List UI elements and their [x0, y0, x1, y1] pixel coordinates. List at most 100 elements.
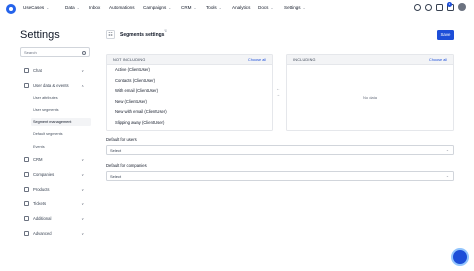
- choose-all-including-link[interactable]: Choose all: [429, 58, 447, 62]
- nav-settings-label: Settings: [284, 5, 301, 10]
- choose-all-not-including-link[interactable]: Choose all: [248, 58, 266, 62]
- nav-docs[interactable]: Docs ⌄: [258, 5, 273, 10]
- sidebar-subitem-events[interactable]: Events: [31, 143, 91, 151]
- nav-usecases-label: UseCases: [23, 5, 45, 10]
- sidebar-subitem-user-segments[interactable]: User segments: [31, 106, 91, 114]
- search-icon[interactable]: [414, 3, 421, 11]
- including-header: INCLUDING Choose all: [287, 55, 453, 65]
- nav-crm[interactable]: CRM ⌄: [181, 5, 196, 10]
- sidebar-item-tickets[interactable]: Tickets ∨: [24, 199, 90, 208]
- transfer-arrows: ← →: [276, 86, 280, 98]
- sidebar-item-label: Chat: [33, 68, 42, 73]
- sidebar-item-label: Products: [33, 187, 50, 192]
- arrow-right-icon[interactable]: →: [276, 92, 280, 98]
- chevron-down-icon: ⌄: [193, 5, 197, 10]
- chevron-down-icon: ⌄: [445, 148, 449, 152]
- advanced-icon: [24, 231, 29, 236]
- chevron-down-icon: ⌄: [168, 5, 172, 10]
- segment-row[interactable]: New with email (ClientUser): [107, 107, 272, 118]
- not-including-header: NOT INCLUDING Choose all: [107, 55, 272, 65]
- additional-icon: [24, 216, 29, 221]
- avatar[interactable]: [458, 3, 466, 11]
- not-including-panel: NOT INCLUDING Choose all Active (ClientU…: [106, 54, 273, 131]
- nav-campaigns[interactable]: Campaigns ⌄: [143, 5, 171, 10]
- search-icon: [82, 50, 86, 55]
- nav-tools[interactable]: Tools ⌄: [206, 5, 222, 10]
- sidebar-item-products[interactable]: Products ∨: [24, 185, 90, 194]
- chevron-down-icon: ∨: [81, 187, 84, 192]
- sidebar-subitem-segment-management[interactable]: Segment management: [31, 118, 91, 126]
- chevron-down-icon: ∨: [81, 172, 84, 177]
- companies-icon: [24, 172, 29, 177]
- nav-inbox-label: Inbox: [89, 5, 101, 10]
- sidebar-item-label: Tickets: [33, 201, 47, 206]
- default-users-select[interactable]: Select ⌄: [106, 145, 454, 155]
- sidebar-item-label: CRM: [33, 157, 43, 162]
- chevron-down-icon: ⌄: [218, 5, 222, 10]
- sidebar-item-companies[interactable]: Companies ∨: [24, 170, 90, 179]
- products-icon: [24, 187, 29, 192]
- nav-data[interactable]: Data ⌄: [65, 5, 80, 10]
- notes-icon[interactable]: [436, 3, 443, 11]
- default-users-value: Select: [110, 148, 122, 153]
- nav-tools-label: Tools: [206, 5, 217, 10]
- empty-state-text: No data: [362, 95, 377, 100]
- default-users-label: Default for users: [106, 137, 137, 142]
- crm-icon: [24, 157, 29, 162]
- including-panel: INCLUDING Choose all No data: [286, 54, 454, 131]
- page-title: Settings: [20, 29, 60, 41]
- segments-icon: ☷: [106, 30, 115, 39]
- chevron-down-icon: ∨: [81, 157, 84, 162]
- default-companies-select[interactable]: Select ⌄: [106, 171, 454, 181]
- nav-settings[interactable]: Settings ⌄: [284, 5, 306, 10]
- save-button[interactable]: Save: [437, 30, 454, 40]
- sidebar-subitem-user-attributes[interactable]: User attributes: [31, 94, 91, 102]
- tickets-icon: [24, 201, 29, 206]
- segment-row[interactable]: Contacts (ClientUser): [107, 76, 272, 87]
- sidebar-item-advanced[interactable]: Advanced ∨: [24, 229, 90, 238]
- nav-automations[interactable]: Automations: [109, 5, 135, 10]
- segment-row[interactable]: Slipping away (ClientUser): [107, 118, 272, 129]
- chevron-down-icon: ⌄: [302, 5, 306, 10]
- chat-icon: [24, 68, 29, 73]
- nav-data-label: Data: [65, 5, 75, 10]
- nav-usecases[interactable]: UseCases ⌄: [23, 5, 49, 10]
- segment-row[interactable]: With email (ClientUser): [107, 86, 272, 97]
- nav-docs-label: Docs: [258, 5, 269, 10]
- default-companies-value: Select: [110, 174, 122, 179]
- search-input[interactable]: Search: [20, 47, 90, 57]
- sidebar-item-additional[interactable]: Additional ∨: [24, 214, 90, 223]
- nav-analytics-label: Analytics: [232, 5, 251, 10]
- including-title: INCLUDING: [293, 57, 316, 62]
- chevron-down-icon: ∨: [81, 201, 84, 206]
- user-data-icon: [24, 83, 29, 88]
- chevron-down-icon: ⌄: [445, 174, 449, 178]
- chevron-down-icon: ∨: [81, 231, 84, 236]
- app-logo-icon[interactable]: [6, 4, 16, 14]
- sidebar-item-user-data-events[interactable]: User data & events ∧: [24, 81, 90, 90]
- chevron-down-icon: ⌄: [76, 5, 80, 10]
- sidebar-item-crm[interactable]: CRM ∨: [24, 155, 90, 164]
- chevron-down-icon: ∨: [81, 68, 84, 73]
- chevron-down-icon: ⌄: [270, 5, 274, 10]
- sidebar-item-label: Companies: [33, 172, 55, 177]
- chevron-down-icon: ⌄: [46, 5, 50, 10]
- not-including-title: NOT INCLUDING: [113, 57, 146, 62]
- segment-row[interactable]: Active (ClientUser): [107, 65, 272, 76]
- nav-crm-label: CRM: [181, 5, 192, 10]
- nav-analytics[interactable]: Analytics: [232, 5, 250, 10]
- nav-inbox[interactable]: Inbox: [89, 5, 100, 10]
- help-icon[interactable]: [425, 3, 432, 11]
- notification-badge: 1: [447, 2, 452, 7]
- sidebar-item-label: Additional: [33, 216, 52, 221]
- chevron-down-icon: ∨: [81, 216, 84, 221]
- segments-settings-title: Segments settings: [120, 32, 165, 38]
- segment-row[interactable]: New (ClientUser): [107, 97, 272, 108]
- search-placeholder: Search: [24, 50, 37, 55]
- sidebar-item-chat[interactable]: Chat ∨: [24, 66, 90, 75]
- chat-launcher-button[interactable]: [451, 248, 469, 266]
- chevron-up-icon: ∧: [81, 83, 84, 88]
- sidebar-subitem-default-segments[interactable]: Default segments: [31, 130, 91, 138]
- sidebar-item-label: Advanced: [33, 231, 52, 236]
- nav-icon-group: [414, 3, 466, 11]
